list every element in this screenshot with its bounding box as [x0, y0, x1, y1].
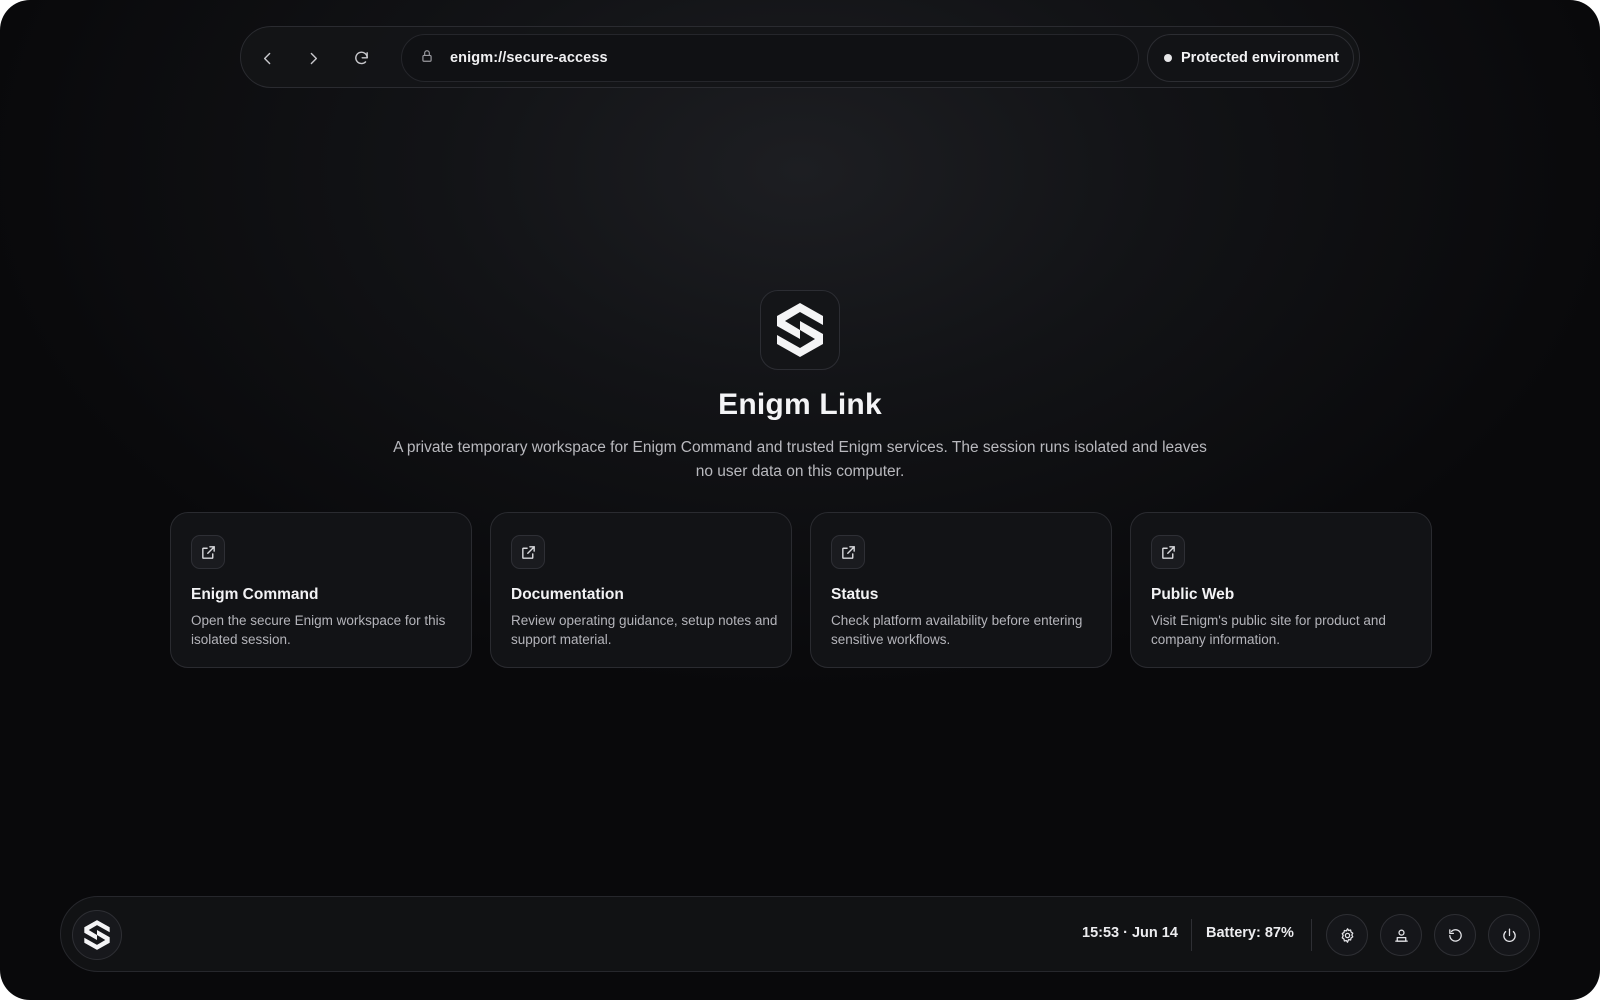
- card-description: Check platform availability before enter…: [831, 613, 1083, 647]
- reload-button[interactable]: [345, 42, 377, 74]
- restart-icon: [1448, 928, 1462, 942]
- address-text: enigm://secure-access: [450, 50, 608, 66]
- divider: [1311, 919, 1312, 951]
- browser-toolbar: enigm://secure-access Protected environm…: [240, 26, 1360, 88]
- back-arrow-icon: [263, 52, 270, 64]
- card-description: Review operating guidance, setup notes a…: [511, 613, 778, 647]
- forward-arrow-icon: [310, 52, 317, 64]
- external-link-icon: [201, 545, 215, 559]
- page-subtitle: A private temporary workspace for Enigm …: [393, 439, 1207, 480]
- card-icon-box: [831, 535, 865, 569]
- card-icon-box: [511, 535, 545, 569]
- enigm-logo-icon: [84, 920, 110, 950]
- card-icon-box: [1151, 535, 1185, 569]
- power-icon: [1502, 927, 1516, 942]
- back-button[interactable]: [251, 42, 283, 74]
- address-bar[interactable]: enigm://secure-access: [401, 34, 1139, 82]
- settings-icon: [1341, 927, 1353, 943]
- card-description: Visit Enigm's public site for product an…: [1151, 613, 1386, 647]
- restart-button[interactable]: [1434, 914, 1476, 956]
- external-link-icon: [521, 545, 535, 559]
- card-title: Documentation: [511, 586, 624, 603]
- external-link-icon: [841, 545, 855, 559]
- lock-icon: [422, 50, 432, 62]
- card-icon-box: [191, 535, 225, 569]
- settings-button[interactable]: [1326, 914, 1368, 956]
- status-dot-icon: [1164, 54, 1172, 62]
- card-title: Public Web: [1151, 586, 1235, 603]
- card-title: Enigm Command: [191, 586, 319, 603]
- divider: [1191, 919, 1192, 951]
- clock-readout: 15:53 · Jun 14: [1082, 925, 1178, 941]
- card-public-web[interactable]: Public Web Visit Enigm's public site for…: [1130, 512, 1432, 668]
- battery-readout: Battery: 87%: [1206, 925, 1294, 941]
- power-button[interactable]: [1488, 914, 1530, 956]
- card-description: Open the secure Enigm workspace for this…: [191, 613, 446, 647]
- card-title: Status: [831, 586, 879, 603]
- user-button[interactable]: [1380, 914, 1422, 956]
- environment-label: Protected environment: [1181, 50, 1339, 66]
- app-logo: [760, 290, 840, 370]
- forward-button[interactable]: [297, 42, 329, 74]
- user-icon: [1394, 929, 1408, 942]
- environment-badge: Protected environment: [1147, 34, 1354, 82]
- external-link-icon: [1161, 545, 1175, 559]
- taskbar-dock: 15:53 · Jun 14 Battery: 87%: [60, 896, 1540, 972]
- reload-icon: [354, 51, 368, 64]
- card-enigm-command[interactable]: Enigm Command Open the secure Enigm work…: [170, 512, 472, 668]
- card-status[interactable]: Status Check platform availability befor…: [810, 512, 1112, 668]
- enigm-logo-icon: [777, 303, 823, 357]
- start-button[interactable]: [72, 910, 122, 960]
- desktop-screen: enigm://secure-access Protected environm…: [0, 0, 1600, 1000]
- card-documentation[interactable]: Documentation Review operating guidance,…: [490, 512, 792, 668]
- page-title: Enigm Link: [718, 388, 882, 421]
